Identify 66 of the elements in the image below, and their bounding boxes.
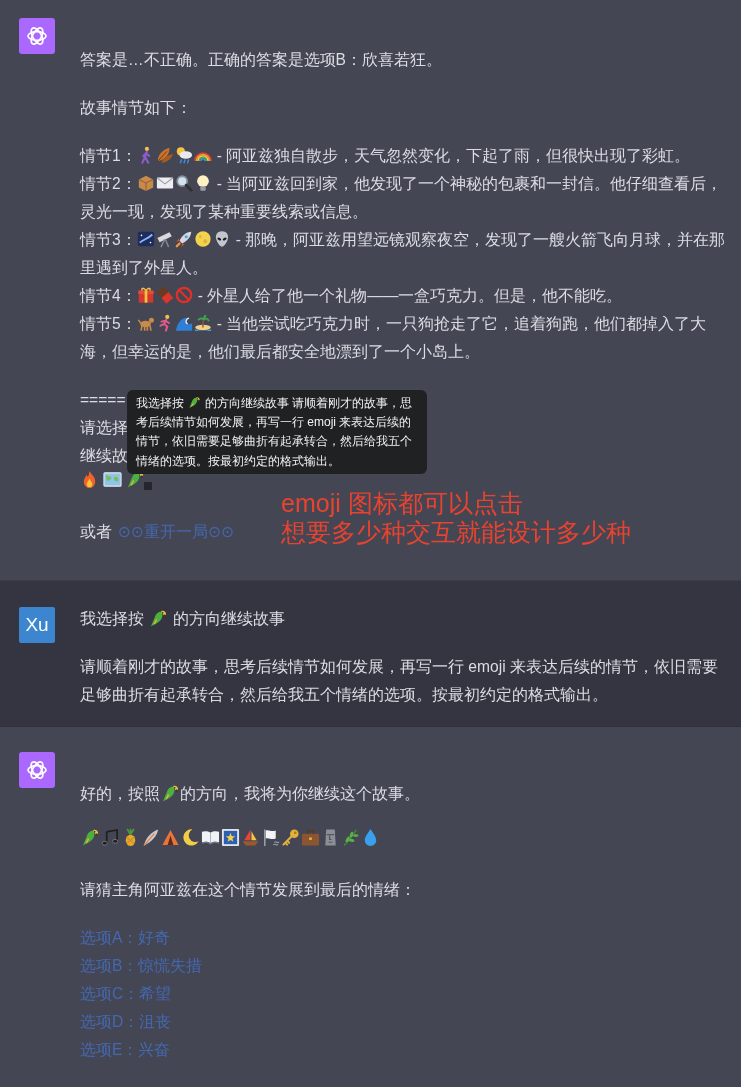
message-text: 或者 [80, 523, 112, 540]
message-text: ===== [80, 391, 126, 408]
square-icon [144, 482, 152, 490]
option-link[interactable]: 选项C：希望 [80, 980, 172, 1008]
plot-label: 情节2： [80, 175, 137, 192]
key-icon [280, 828, 300, 847]
message-text: 请猜主角阿亚兹在这个情节发展到最后的情绪： [80, 880, 417, 900]
option-link[interactable]: 选项E：兴奋 [80, 1036, 171, 1064]
tooltip-text: 我选择按 [136, 396, 184, 410]
plot-text: - 那晚，阿亚兹用望远镜观察夜空，发现了一艘火箭飞向月球，并在那 [235, 231, 726, 248]
tooltip-text: 情绪的选项。按最初约定的格式输出。 [136, 453, 340, 468]
plot-text: 灵光一现，发现了某种重要线索或信息。 [80, 203, 368, 220]
message-text: 故事情节如下： [80, 98, 193, 118]
prohibited-icon [175, 286, 194, 304]
parrot-icon [160, 784, 180, 803]
tent-icon [160, 828, 180, 847]
plot-text: - 阿亚兹独自散步，天气忽然变化，下起了雨，但很快出现了彩虹。 [216, 147, 691, 164]
plot-label: 情节4： [80, 287, 137, 304]
annotation-text: 想要多少种交互就能设计多少种 [281, 518, 631, 547]
magnifying-glass-icon [175, 174, 194, 192]
annotation-text: emoji 图标都可以点击 [281, 489, 523, 518]
logo-avatar-icon [19, 752, 55, 788]
parrot-icon [80, 828, 100, 847]
message-text: 继续故 [80, 447, 128, 464]
plot-text: 里遇到了外星人。 [80, 259, 208, 276]
gift-box-icon [137, 286, 156, 304]
leaves-icon [156, 146, 175, 164]
sailboat-icon [240, 828, 260, 847]
music-notes-icon [100, 828, 120, 847]
restart-link[interactable]: ⊙⊙重开一局⊙⊙ [118, 523, 235, 540]
tooltip-text: 情节，依旧需要足够曲折有起承转合，然后给我五个 [136, 434, 412, 449]
sun-rain-cloud-icon [175, 146, 194, 164]
option-link[interactable]: 选项B：惊慌失措 [80, 952, 203, 980]
plot-text: 海，但幸运的是，他们最后都安全地漂到了一个小岛上。 [80, 343, 480, 360]
rainbow-icon [194, 151, 213, 161]
message-text: 请顺着刚才的故事，思考后续情节如何发展，再写一行 emoji 来表达后续的情节，依旧需要足够曲折有起承转合，然后给我五个情绪的选项。按最初约定的格式输出。 [80, 657, 719, 705]
open-book-icon [200, 828, 220, 847]
briefcase-icon [300, 828, 320, 847]
plot-label: 情节5： [80, 315, 137, 332]
plot-text: - 当他尝试吃巧克力时，一只狗抢走了它，追着狗跑，他们都掉入了大 [216, 315, 707, 332]
rocket-icon [175, 230, 194, 248]
full-moon-icon [194, 230, 213, 248]
night-sky-picture-icon [137, 230, 156, 248]
framed-star-icon [220, 828, 240, 847]
message-text: 的方向，我将为你继续这个故事。 [180, 785, 420, 802]
plot-text: - 外星人给了他一个礼物——一盒巧克力。但是，他不能吃。 [197, 287, 623, 304]
cardboard-box-icon [137, 174, 156, 192]
crescent-moon-icon [180, 828, 200, 847]
option-link[interactable]: 选项A：好奇 [80, 924, 171, 952]
tooltip-text: 的方向继续故事 请顺着刚才的故事，思 [205, 396, 413, 410]
logo-avatar-icon [19, 18, 55, 54]
palm-island-icon [194, 314, 213, 332]
plot-label: 情节1： [80, 147, 137, 164]
plot-text: - 当阿亚兹回到家，他发现了一个神秘的包裹和一封信。他仔细查看后， [216, 175, 723, 192]
parrot-icon [149, 609, 168, 628]
tooltip-text: 考后续情节如何发展，再写一行 emoji 来表达后续的 [136, 415, 412, 430]
plot-label: 情节3： [80, 231, 137, 248]
message-text: 答案是…不正确。正确的答案是选项B：欣喜若狂。 [80, 50, 443, 70]
message-text: 的方向继续故事 [173, 610, 285, 627]
option-link[interactable]: 选项D：沮丧 [80, 1008, 172, 1036]
world-map-icon[interactable] [103, 470, 122, 489]
user-avatar: Xu [19, 607, 55, 643]
message-text: 好的，按照 [80, 785, 160, 802]
message-text: 请选择 [80, 419, 128, 436]
message-text: 我选择按 [80, 610, 144, 627]
parrot-icon [188, 396, 201, 409]
